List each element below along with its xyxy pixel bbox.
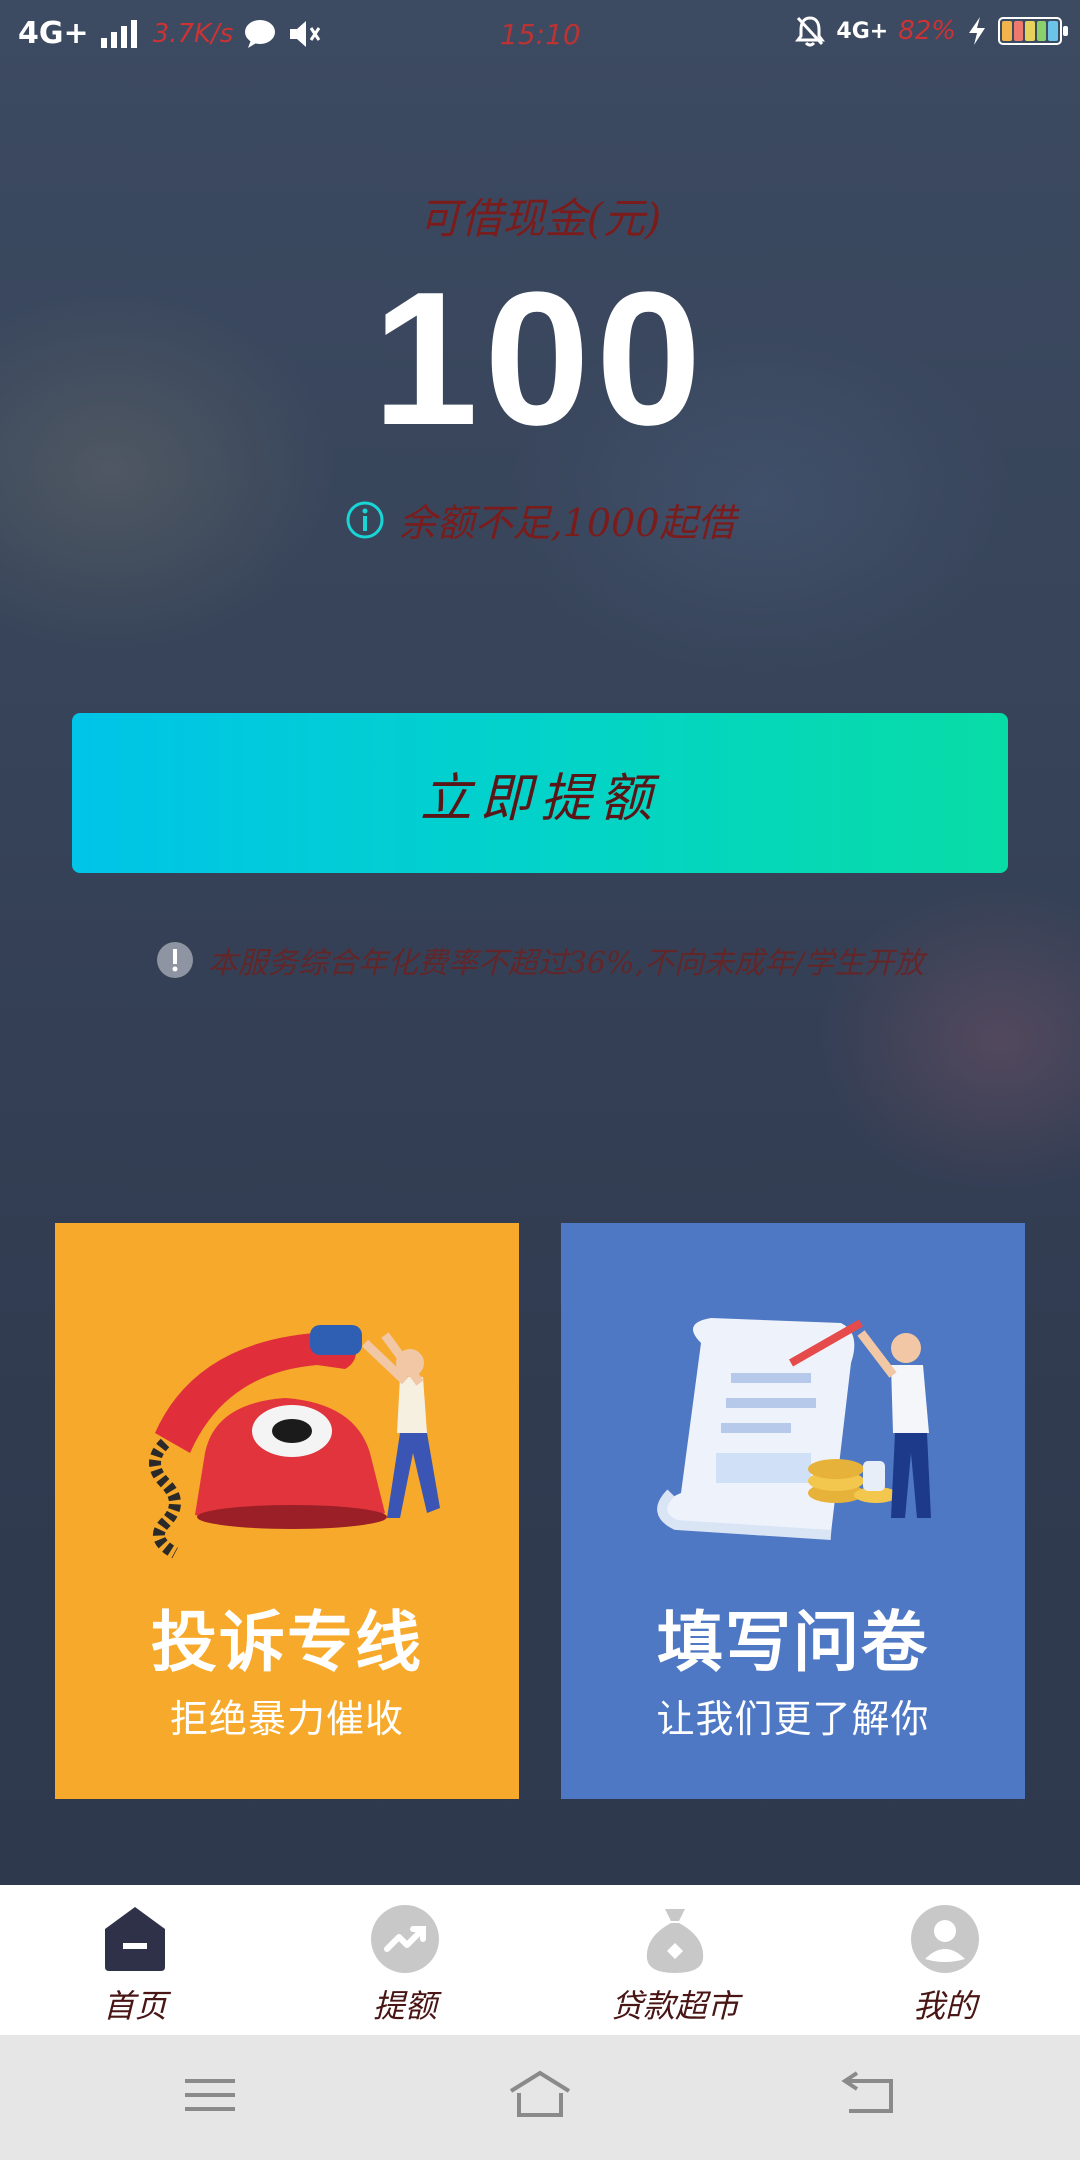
available-amount: 100 — [372, 253, 708, 465]
trend-up-icon — [371, 1905, 439, 1973]
status-bar: 4G+ 3.7K/s 15:10 4G+ 82% — [0, 0, 1080, 72]
menu-icon[interactable] — [175, 2065, 245, 2125]
message-icon — [245, 19, 276, 48]
tab-raise-limit[interactable]: 提额 — [270, 1885, 540, 2035]
tab-mine-label: 我的 — [912, 1987, 977, 2025]
complaint-hotline-title: 投诉专线 — [151, 1604, 423, 1681]
network-speed: 3.7K/s — [152, 18, 234, 49]
home-icon — [105, 1907, 165, 1971]
bell-off-icon — [795, 16, 826, 47]
raise-limit-button[interactable]: 立即提额 — [72, 713, 1008, 873]
fee-notice-text: 本服务综合年化费率不超过36%,不向未成年/学生开放 — [207, 946, 925, 981]
tab-loan-market-label: 贷款超市 — [610, 1987, 739, 2025]
complaint-hotline-card[interactable]: 投诉专线 拒绝暴力催收 — [55, 1223, 519, 1799]
system-nav-bar — [0, 2035, 1080, 2160]
back-icon[interactable] — [835, 2065, 905, 2125]
bottom-tab-bar: 首页 提额 贷款超市 我的 — [0, 1885, 1080, 2035]
network-type: 4G+ — [18, 16, 89, 51]
home-nav-icon[interactable] — [505, 2065, 575, 2125]
exclamation-icon — [156, 942, 193, 978]
tab-loan-market[interactable]: 贷款超市 — [540, 1885, 810, 2035]
survey-card[interactable]: 填写问卷 让我们更了解你 — [561, 1223, 1025, 1799]
balance-hint: 余额不足,1000起借 — [0, 492, 1080, 547]
raise-limit-button-label: 立即提额 — [419, 768, 660, 829]
info-icon — [346, 501, 384, 538]
network-type-right: 4G+ — [836, 18, 889, 44]
tab-home-label: 首页 — [102, 1987, 167, 2025]
survey-illustration — [657, 1318, 931, 1540]
signal-icon — [100, 19, 137, 48]
survey-title: 填写问卷 — [657, 1604, 929, 1681]
fee-notice: 本服务综合年化费率不超过36%,不向未成年/学生开放 — [0, 938, 1080, 982]
tab-mine[interactable]: 我的 — [810, 1885, 1080, 2035]
clock: 15:10 — [500, 18, 581, 51]
charging-icon — [969, 17, 985, 45]
tab-home[interactable]: 首页 — [0, 1885, 270, 2035]
battery-icon — [998, 17, 1068, 45]
money-bag-icon — [646, 1909, 704, 1973]
user-icon — [911, 1905, 979, 1973]
survey-subtitle: 让我们更了解你 — [656, 1697, 930, 1741]
balance-hint-text: 余额不足,1000起借 — [398, 501, 736, 545]
available-cash-label: 可借现金(元) — [418, 194, 662, 243]
mute-icon — [290, 20, 321, 47]
battery-percent: 82% — [898, 16, 956, 46]
complaint-hotline-subtitle: 拒绝暴力催收 — [169, 1697, 404, 1741]
telephone-illustration — [149, 1325, 440, 1559]
tab-raise-limit-label: 提额 — [372, 1987, 437, 2025]
